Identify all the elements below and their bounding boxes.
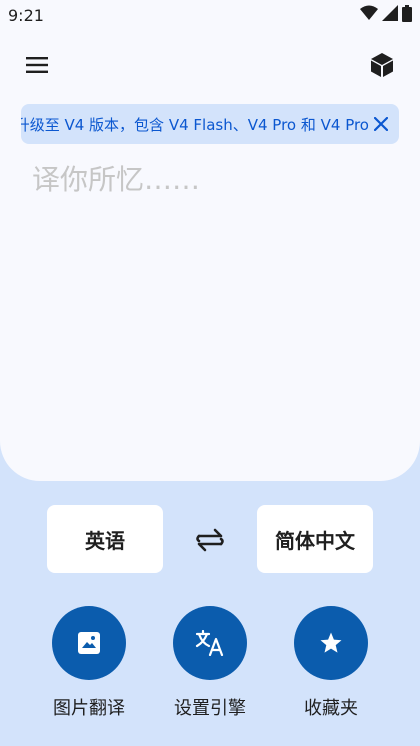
swap-arrows-icon[interactable] — [186, 517, 234, 563]
cube-icon[interactable] — [362, 45, 402, 85]
announcement-banner: 升级至 V4 版本，包含 V4 Flash、V4 Pro 和 V4 Pro — [21, 104, 399, 144]
target-language-button[interactable]: 简体中文 — [257, 505, 373, 573]
translate-icon — [173, 606, 247, 680]
battery-icon — [402, 4, 412, 26]
action-label: 收藏夹 — [304, 698, 358, 719]
wifi-icon — [360, 5, 378, 25]
close-icon[interactable] — [369, 112, 393, 136]
status-time: 9:21 — [8, 6, 44, 25]
source-language-button[interactable]: 英语 — [47, 505, 163, 573]
banner-text: 升级至 V4 版本，包含 V4 Flash、V4 Pro 和 V4 Pro — [21, 116, 369, 134]
image-icon — [52, 606, 126, 680]
engine-settings-button[interactable]: 设置引擎 — [160, 606, 260, 726]
hamburger-menu-icon[interactable] — [17, 45, 57, 85]
signal-icon — [382, 5, 398, 25]
status-icons — [360, 4, 412, 26]
status-bar: 9:21 — [0, 0, 420, 30]
image-translate-button[interactable]: 图片翻译 — [39, 606, 139, 726]
favorites-button[interactable]: 收藏夹 — [281, 606, 381, 726]
star-icon — [294, 606, 368, 680]
action-label: 图片翻译 — [53, 698, 125, 719]
action-label: 设置引擎 — [174, 698, 246, 719]
source-text-input[interactable] — [32, 158, 392, 458]
